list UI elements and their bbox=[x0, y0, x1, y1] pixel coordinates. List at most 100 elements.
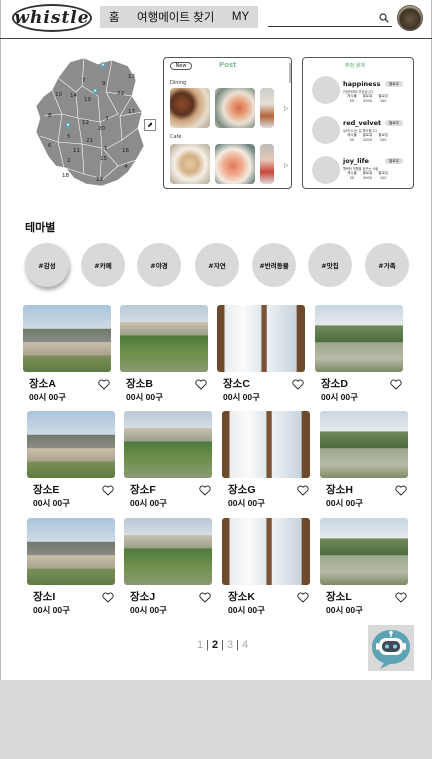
theme-chip-nature[interactable]: #자연 bbox=[195, 243, 239, 287]
place-name[interactable]: 장소G bbox=[228, 482, 256, 497]
heart-icon[interactable] bbox=[395, 485, 407, 496]
page-link[interactable]: 1 bbox=[194, 639, 206, 651]
place-photo[interactable] bbox=[315, 305, 403, 372]
heart-icon[interactable] bbox=[292, 379, 304, 390]
theme-chip-family[interactable]: #가족 bbox=[365, 243, 409, 287]
place-photo[interactable] bbox=[27, 518, 115, 585]
place-name[interactable]: 장소H bbox=[326, 482, 353, 497]
user-avatar[interactable] bbox=[312, 76, 340, 104]
post-panel-scrollbar[interactable] bbox=[289, 63, 291, 83]
map-pin-icon[interactable] bbox=[92, 88, 98, 96]
stat-label: 팔로워 bbox=[362, 133, 373, 137]
heart-icon[interactable] bbox=[195, 379, 207, 390]
place-card[interactable]: 장소G 00시 00구 bbox=[222, 411, 312, 508]
page-link-current[interactable]: 2 bbox=[209, 639, 221, 651]
post-thumbnail[interactable] bbox=[260, 144, 274, 184]
place-card[interactable]: 장소H 00시 00구 bbox=[320, 411, 410, 508]
place-card[interactable]: 장소E 00시 00구 bbox=[27, 411, 117, 508]
heart-icon[interactable] bbox=[390, 379, 402, 390]
place-name[interactable]: 장소A bbox=[29, 376, 56, 391]
theme-chip-night-view[interactable]: #야경 bbox=[137, 243, 181, 287]
follow-button[interactable]: 팔로우 bbox=[385, 158, 403, 164]
place-card[interactable]: 장소C 00시 00구 bbox=[217, 305, 307, 402]
user-name[interactable]: red_velvet bbox=[343, 119, 381, 127]
avatar[interactable] bbox=[397, 5, 423, 31]
heart-icon[interactable] bbox=[199, 485, 211, 496]
place-photo[interactable] bbox=[124, 518, 212, 585]
place-photo[interactable] bbox=[27, 411, 115, 478]
place-name[interactable]: 장소D bbox=[321, 376, 348, 391]
search-input[interactable] bbox=[268, 11, 392, 27]
heart-icon[interactable] bbox=[297, 592, 309, 603]
place-photo[interactable] bbox=[320, 518, 408, 585]
user-avatar[interactable] bbox=[312, 116, 340, 144]
place-name[interactable]: 장소J bbox=[130, 589, 155, 604]
heart-icon[interactable] bbox=[297, 485, 309, 496]
place-name[interactable]: 장소K bbox=[228, 589, 255, 604]
place-card[interactable]: 장소I 00시 00구 bbox=[27, 518, 117, 615]
map-pin-icon[interactable] bbox=[100, 62, 106, 70]
place-card[interactable]: 장소J 00시 00구 bbox=[124, 518, 214, 615]
place-card[interactable]: 장소D 00시 00구 bbox=[315, 305, 405, 402]
user-name[interactable]: happiness bbox=[343, 80, 380, 88]
place-photo[interactable] bbox=[23, 305, 111, 372]
theme-chip-emotional[interactable]: #감성 bbox=[25, 243, 69, 287]
post-thumbnail[interactable] bbox=[170, 144, 210, 184]
expand-icon[interactable]: ⬈ bbox=[144, 119, 156, 131]
user-name[interactable]: joy_life bbox=[343, 157, 369, 165]
follow-button[interactable]: 팔로우 bbox=[385, 81, 403, 87]
region-label: 1 bbox=[104, 146, 108, 152]
theme-chip-food[interactable]: #맛집 bbox=[308, 243, 352, 287]
place-name[interactable]: 장소B bbox=[126, 376, 153, 391]
theme-chip-pets[interactable]: #반려동물 bbox=[252, 243, 296, 287]
heart-icon[interactable] bbox=[199, 592, 211, 603]
post-thumbnail[interactable] bbox=[215, 144, 255, 184]
heart-icon[interactable] bbox=[395, 592, 407, 603]
place-photo[interactable] bbox=[320, 411, 408, 478]
stat-value: 100 bbox=[379, 138, 387, 142]
place-photo[interactable] bbox=[124, 411, 212, 478]
page-link[interactable]: 3 bbox=[224, 639, 236, 651]
chatbot-button[interactable] bbox=[368, 625, 414, 671]
nav-home[interactable]: 홈 bbox=[109, 9, 120, 25]
new-post-button[interactable]: New bbox=[170, 62, 192, 70]
place-photo[interactable] bbox=[222, 518, 310, 585]
post-thumbnail[interactable] bbox=[170, 88, 210, 128]
post-thumbnail[interactable] bbox=[260, 88, 274, 128]
region-map[interactable]: 7 9 13 10 14 19 22 8 12 17 3 20 5 2 11 2… bbox=[32, 56, 150, 191]
heart-icon[interactable] bbox=[98, 379, 110, 390]
place-card[interactable]: 장소L 00시 00구 bbox=[320, 518, 410, 615]
user-avatar[interactable] bbox=[312, 156, 340, 184]
arrow-right-icon[interactable]: ▷ bbox=[284, 105, 289, 112]
stat-value: 100 bbox=[379, 176, 387, 180]
user-stats: 게시물 50 팔로워 2000 팔로잉 100 bbox=[347, 94, 388, 104]
search-icon[interactable] bbox=[379, 13, 389, 23]
nav-find-mate[interactable]: 여행메이트 찾기 bbox=[137, 9, 214, 25]
theme-chip-cafe[interactable]: #카페 bbox=[81, 243, 125, 287]
place-name[interactable]: 장소F bbox=[130, 482, 156, 497]
stat-value: 100 bbox=[379, 99, 387, 103]
heart-icon[interactable] bbox=[102, 592, 114, 603]
place-card[interactable]: 장소K 00시 00구 bbox=[222, 518, 312, 615]
place-name[interactable]: 장소L bbox=[326, 589, 352, 604]
place-card[interactable]: 장소A 00시 00구 bbox=[23, 305, 113, 402]
robot-chat-icon bbox=[372, 630, 410, 669]
arrow-right-icon[interactable]: ▷ bbox=[284, 162, 289, 169]
map-pin-icon[interactable] bbox=[65, 122, 71, 130]
page-link[interactable]: 4 bbox=[239, 639, 251, 651]
place-card[interactable]: 장소F 00시 00구 bbox=[124, 411, 214, 508]
post-thumbnail[interactable] bbox=[215, 88, 255, 128]
place-card[interactable]: 장소B 00시 00구 bbox=[120, 305, 210, 402]
place-photo[interactable] bbox=[222, 411, 310, 478]
place-location: 00시 00구 bbox=[126, 392, 163, 402]
place-location: 00시 00구 bbox=[326, 498, 363, 508]
place-name[interactable]: 장소C bbox=[223, 376, 250, 391]
place-name[interactable]: 장소E bbox=[33, 482, 59, 497]
nav-my[interactable]: MY bbox=[232, 11, 249, 23]
place-photo[interactable] bbox=[217, 305, 305, 372]
logo[interactable]: whistle bbox=[12, 4, 92, 32]
place-photo[interactable] bbox=[120, 305, 208, 372]
follow-button[interactable]: 팔로우 bbox=[385, 120, 403, 126]
heart-icon[interactable] bbox=[102, 485, 114, 496]
place-name[interactable]: 장소I bbox=[33, 589, 55, 604]
